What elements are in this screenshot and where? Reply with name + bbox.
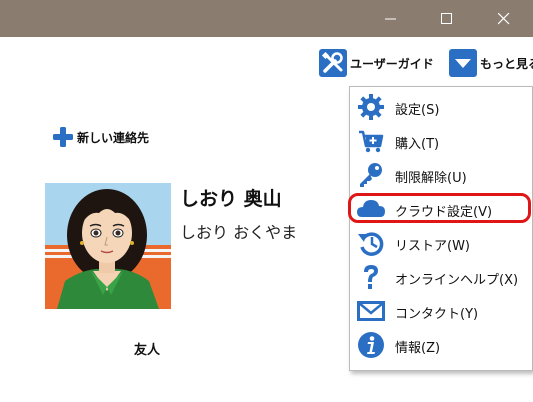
info-icon [356,331,386,359]
key-icon [356,161,386,189]
menu-item-label: 購入(T) [395,137,440,152]
more-label: もっと見る [480,56,533,71]
menu-item-cloud-settings[interactable]: クラウド設定(V) [348,192,532,226]
dropdown-menu: 設定(S) 購入(T) 制限解除(U) クラウド設定(V) リストア(W) オン… [348,86,533,371]
user-guide-label: ユーザーガイド [350,56,434,71]
menu-item-unlock[interactable]: 制限解除(U) [350,158,532,192]
minimize-icon [385,18,396,19]
restore-icon [356,229,386,257]
menu-item-label: 情報(Z) [395,341,441,356]
new-contact-button[interactable]: 新しい連絡先 [52,125,149,149]
avatar[interactable] [45,183,171,309]
menu-item-purchase[interactable]: 購入(T) [350,124,532,158]
contact-kana: しおり おくやま [180,223,298,242]
menu-item-restore[interactable]: リストア(W) [350,226,532,260]
menu-item-label: 設定(S) [395,103,440,118]
menu-item-online-help[interactable]: オンラインヘルプ(X) [350,260,532,294]
cart-icon [356,127,386,155]
plus-icon [53,127,73,147]
menu-item-label: オンラインヘルプ(X) [395,273,519,288]
menu-item-info[interactable]: 情報(Z) [350,328,532,362]
user-guide-button[interactable]: ユーザーガイド [319,48,434,78]
menu-item-label: リストア(W) [395,239,470,254]
gear-icon [356,93,386,121]
close-icon [498,12,510,24]
contact-name: しおり 奥山 [180,188,282,210]
maximize-button[interactable] [424,0,470,37]
minimize-button[interactable] [368,0,414,37]
envelope-icon [356,297,386,325]
question-icon [356,263,386,291]
menu-item-contact[interactable]: コンタクト(Y) [350,294,532,328]
tools-icon [319,49,347,77]
maximize-icon [441,12,452,24]
more-button[interactable]: もっと見る [449,48,533,78]
chevron-down-icon [449,49,477,77]
title-bar [0,0,533,37]
cloud-icon [356,195,386,223]
menu-item-settings[interactable]: 設定(S) [350,90,532,124]
new-contact-label: 新しい連絡先 [77,130,150,145]
menu-item-label: コンタクト(Y) [395,307,479,322]
contact-group: 友人 [134,343,161,358]
close-button[interactable] [481,0,527,37]
menu-item-label: クラウド設定(V) [395,205,493,220]
menu-item-label: 制限解除(U) [395,171,467,186]
